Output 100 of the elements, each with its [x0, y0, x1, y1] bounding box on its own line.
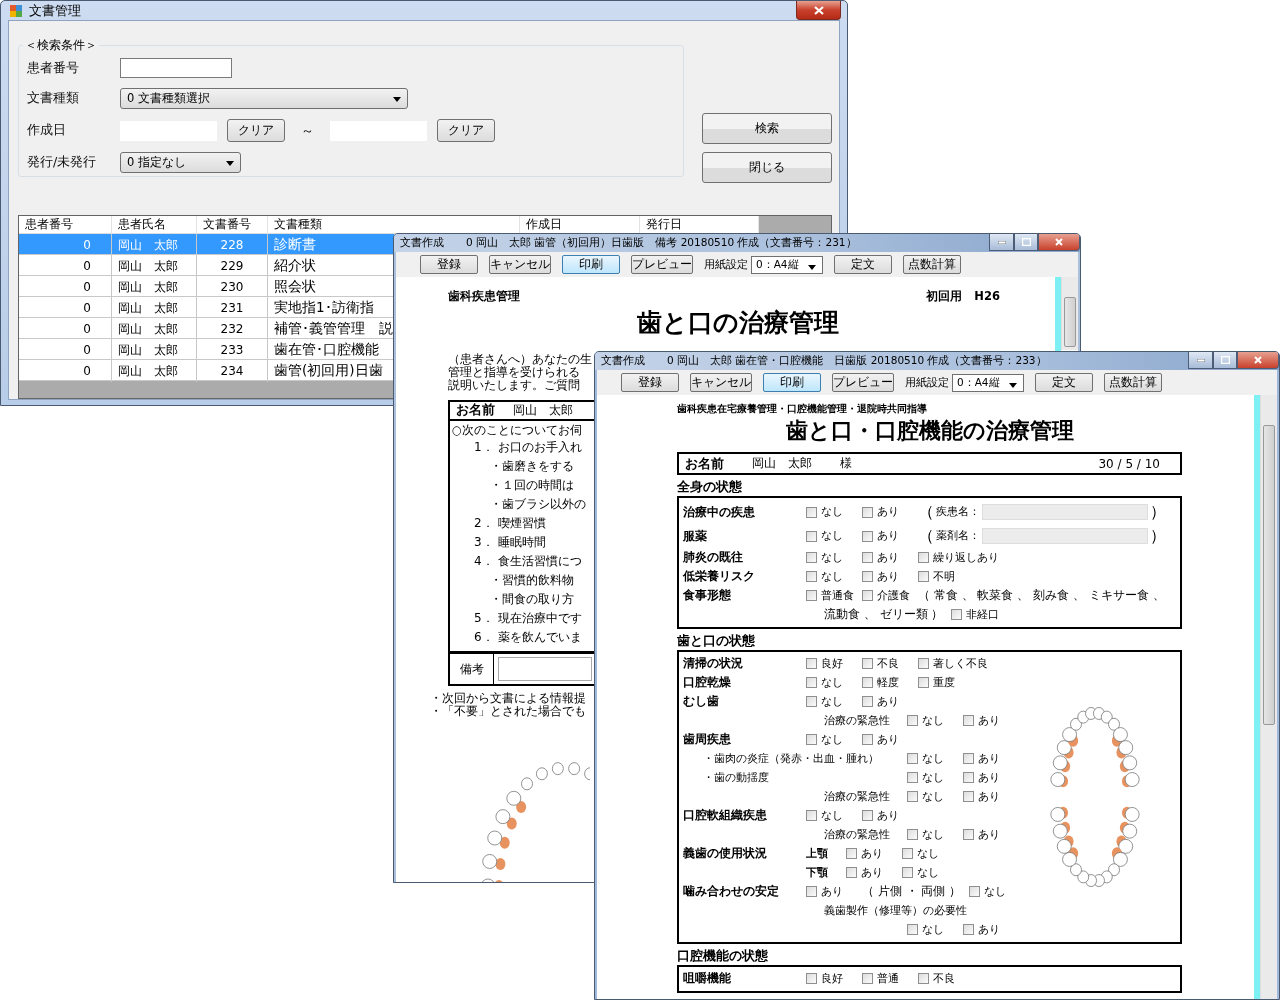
toolbar-button[interactable]: 印刷 — [562, 255, 620, 274]
checkbox[interactable] — [806, 973, 817, 984]
toolbar-button[interactable]: プレビュー — [832, 373, 894, 392]
checkbox[interactable] — [963, 791, 974, 802]
checkbox[interactable] — [862, 571, 873, 582]
checkbox[interactable] — [862, 552, 873, 563]
table-row[interactable]: 0 岡山 太郎 231 実地指1･訪衛指 — [19, 297, 395, 318]
checkbox[interactable] — [806, 571, 817, 582]
toolbar-button[interactable]: 印刷 — [763, 373, 821, 392]
checkbox[interactable] — [963, 753, 974, 764]
toolbar-button[interactable]: キャンセル — [489, 255, 551, 274]
maximize-button[interactable] — [1213, 352, 1237, 369]
checkbox[interactable] — [907, 753, 918, 764]
checkbox[interactable] — [907, 924, 918, 935]
checkbox[interactable] — [862, 973, 873, 984]
scroll-thumb[interactable] — [1263, 425, 1275, 725]
patient-number-field[interactable] — [120, 58, 232, 78]
scroll-thumb[interactable] — [1064, 297, 1076, 347]
checkbox[interactable] — [806, 696, 817, 707]
checkbox[interactable] — [951, 609, 963, 620]
checkbox[interactable] — [806, 677, 817, 688]
row-label: 歯周疾患 — [683, 731, 732, 748]
checkbox[interactable] — [862, 506, 873, 518]
checkbox[interactable] — [918, 658, 929, 669]
section-title: 歯と口の状態 — [677, 632, 755, 650]
table-row[interactable]: 0 岡山 太郎 234 歯管(初回用)日歯 — [19, 360, 395, 381]
document-date: 30 / 5 / 10 — [1098, 456, 1160, 471]
checkbox[interactable] — [918, 677, 929, 688]
clear-button[interactable]: クリア — [437, 119, 495, 142]
checkbox[interactable] — [806, 506, 817, 518]
checkbox[interactable] — [806, 552, 817, 563]
row-label: 治療中の疾患 — [683, 503, 756, 521]
checkbox[interactable] — [806, 734, 817, 745]
toolbar-button[interactable]: 定文 — [1035, 373, 1093, 392]
toolbar-button[interactable]: プレビュー — [631, 255, 693, 274]
checkbox[interactable] — [963, 715, 974, 726]
toolbar-button[interactable]: 登録 — [420, 255, 478, 274]
maximize-button[interactable] — [1014, 234, 1038, 251]
toolbar-button[interactable]: 定文 — [834, 255, 892, 274]
column-header[interactable]: 患者氏名 — [112, 216, 197, 233]
text-field[interactable] — [982, 504, 1148, 520]
option-label: 非経口 — [966, 607, 1000, 622]
table-row[interactable]: 0 岡山 太郎 230 照会状 — [19, 276, 395, 297]
table-row[interactable]: 0 岡山 太郎 232 補管･義管管理 説 — [19, 318, 395, 339]
issued-status-dropdown[interactable]: 0 指定なし — [120, 152, 241, 173]
toolbar-button[interactable]: キャンセル — [690, 373, 752, 392]
checkbox[interactable] — [862, 810, 873, 821]
paper-size-dropdown[interactable]: 0：A4縦 — [751, 255, 823, 274]
close-button[interactable] — [796, 1, 841, 20]
minimize-button[interactable] — [1188, 352, 1213, 369]
checkbox[interactable] — [902, 867, 913, 878]
clear-button[interactable]: クリア — [227, 119, 285, 142]
checkbox[interactable] — [806, 810, 817, 821]
checkbox[interactable] — [907, 772, 918, 783]
toolbar-button[interactable]: 登録 — [621, 373, 679, 392]
column-header[interactable]: 患者番号 — [19, 216, 112, 233]
document-type-dropdown[interactable]: 0 文書種類選択 — [120, 88, 408, 109]
scrollbar[interactable] — [1061, 277, 1078, 350]
toolbar-button[interactable]: 点数計算 — [903, 255, 961, 274]
option-label: あり — [877, 569, 899, 584]
checkbox[interactable] — [918, 973, 929, 984]
checkbox[interactable] — [862, 734, 873, 745]
option-label: あり — [877, 529, 899, 543]
table-row[interactable]: 0 岡山 太郎 233 歯在管･口腔機能 — [19, 339, 395, 360]
checkbox[interactable] — [902, 848, 913, 859]
checkbox[interactable] — [907, 715, 918, 726]
checkbox[interactable] — [862, 590, 873, 601]
paper-size-dropdown[interactable]: 0：A4縦 — [952, 373, 1024, 392]
minimize-button[interactable] — [989, 234, 1014, 251]
remarks-field[interactable] — [498, 657, 592, 681]
checkbox[interactable] — [806, 886, 817, 897]
checkbox[interactable] — [963, 924, 974, 935]
checkbox[interactable] — [806, 530, 817, 542]
action-button[interactable]: 検索 — [702, 113, 832, 144]
close-button[interactable] — [1237, 352, 1279, 369]
scrollbar[interactable] — [1260, 395, 1277, 999]
checkbox[interactable] — [846, 848, 857, 859]
checkbox[interactable] — [862, 658, 873, 669]
checkbox[interactable] — [918, 552, 929, 563]
field-label: 薬剤名： — [936, 529, 980, 543]
checkbox[interactable] — [806, 658, 817, 669]
action-button[interactable]: 閉じる — [702, 152, 832, 183]
checkbox[interactable] — [862, 530, 873, 542]
caret-icon — [1009, 382, 1017, 388]
checkbox[interactable] — [846, 867, 857, 878]
toolbar-button[interactable]: 点数計算 — [1104, 373, 1162, 392]
checkbox[interactable] — [862, 696, 873, 707]
close-button[interactable] — [1038, 234, 1080, 251]
checkbox[interactable] — [918, 571, 929, 582]
document-category: 歯科疾患管理 — [448, 289, 520, 304]
column-header[interactable]: 文書番号 — [197, 216, 268, 233]
checkbox[interactable] — [907, 791, 918, 802]
checkbox[interactable] — [963, 829, 974, 840]
table-row[interactable]: 0 岡山 太郎 229 紹介状 — [19, 255, 395, 276]
checkbox[interactable] — [862, 677, 873, 688]
checkbox[interactable] — [963, 772, 974, 783]
checkbox[interactable] — [907, 829, 918, 840]
checkbox[interactable] — [969, 886, 981, 897]
text-field[interactable] — [982, 528, 1148, 544]
checkbox[interactable] — [806, 590, 817, 601]
